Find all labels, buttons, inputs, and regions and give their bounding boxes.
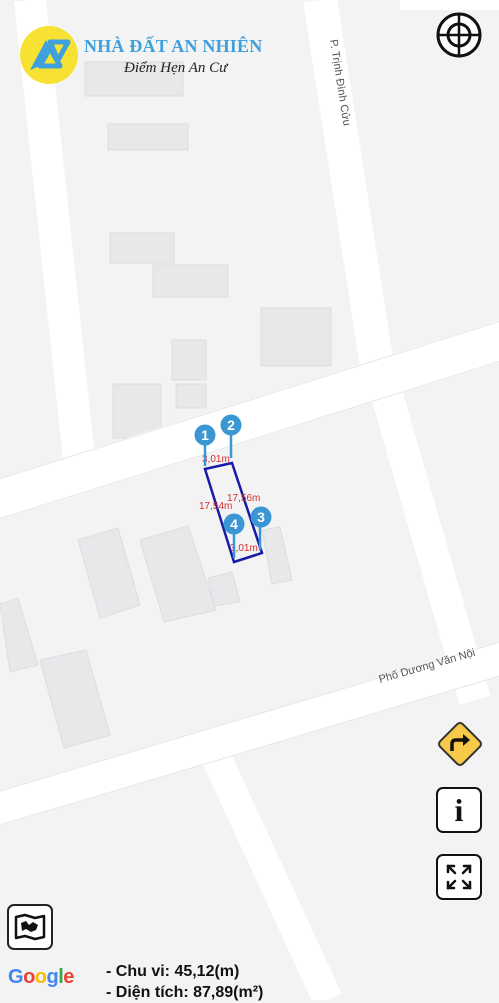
- google-letter: o: [23, 966, 35, 988]
- google-letter: G: [8, 966, 24, 988]
- info-button[interactable]: i: [436, 787, 482, 833]
- google-letter: e: [63, 966, 74, 988]
- locate-me-button[interactable]: [436, 12, 482, 58]
- turn-right-sign-icon: [438, 722, 482, 766]
- marker-4-number: 4: [230, 516, 238, 532]
- expand-icon: [446, 864, 472, 890]
- fullscreen-button[interactable]: [436, 854, 482, 900]
- map-canvas[interactable]: P. Trịnh Đình Cửu Phố Dương Văn Nội 3,01…: [0, 0, 499, 1000]
- brand-name: NHÀ ĐẤT AN NHIÊN: [84, 36, 263, 56]
- google-attribution: Google: [8, 966, 74, 989]
- directions-button[interactable]: [435, 719, 485, 769]
- marker-2-number: 2: [227, 417, 235, 433]
- google-letter: g: [46, 966, 59, 988]
- measurement-summary: - Chu vi: 45,12(m) - Diện tích: 87,89(m²…: [106, 961, 263, 1003]
- info-icon: i: [454, 792, 464, 828]
- crosshair-icon: [436, 12, 482, 58]
- map-type-button[interactable]: [7, 904, 53, 950]
- marker-1-number: 1: [201, 427, 209, 443]
- marker-3-number: 3: [257, 509, 265, 525]
- brand-slogan: Điểm Hẹn An Cư: [124, 60, 228, 76]
- edge-length-left: 17,54m: [199, 501, 232, 512]
- logo-emblem-icon: [20, 26, 78, 84]
- google-letter: o: [34, 966, 47, 988]
- brand-logo: NHÀ ĐẤT AN NHIÊN Điểm Hẹn An Cư: [20, 26, 290, 86]
- perimeter-text: - Chu vi: 45,12(m): [106, 963, 240, 980]
- map-layers-icon: [14, 913, 46, 941]
